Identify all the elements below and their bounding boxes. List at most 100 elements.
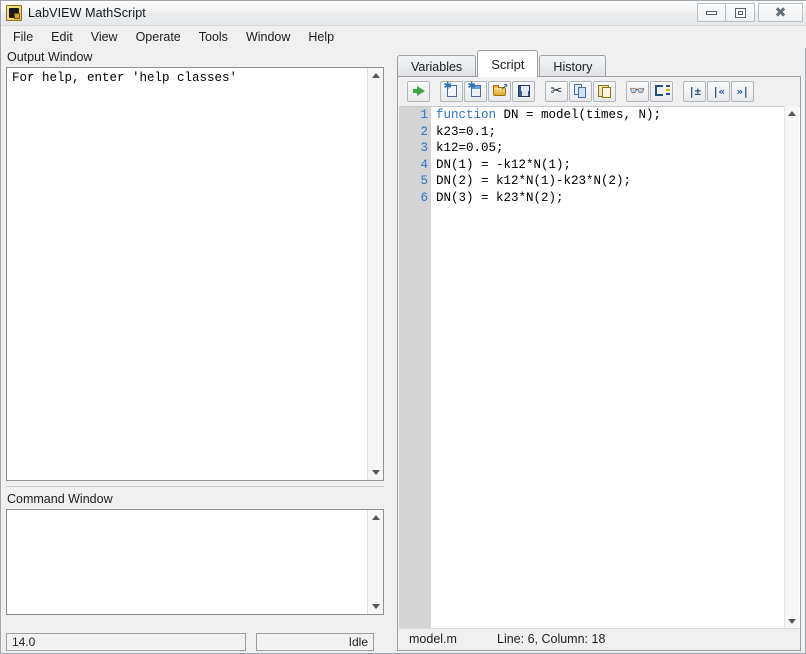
cursor-position: Line: 6, Column: 18: [497, 632, 606, 646]
code-text: k12=0.05;: [436, 141, 504, 155]
indent-plusminus-icon: |±: [688, 84, 701, 98]
code-area[interactable]: function DN = model(times, N); k23=0.1; …: [431, 107, 800, 628]
scroll-down-button[interactable]: [368, 599, 383, 614]
triangle-up-icon: [788, 110, 796, 116]
restore-button[interactable]: [726, 3, 755, 22]
menu-item-view[interactable]: View: [82, 28, 127, 46]
scissors-icon: ✂: [550, 83, 563, 99]
triangle-down-icon: [371, 604, 380, 609]
line-number: 3: [420, 141, 428, 155]
labview-mathscript-window: LabVIEW MathScript ✖ File Edit View Oper…: [0, 0, 806, 654]
scroll-up-button[interactable]: [368, 510, 383, 525]
close-button[interactable]: ✖: [758, 3, 803, 22]
code-line: k12=0.05;: [436, 140, 800, 157]
open-file-button[interactable]: ↗: [488, 80, 511, 102]
line-number: 1: [420, 108, 428, 122]
line-number-gutter: 1 2 3 4 5 6: [399, 107, 431, 628]
window-title: LabVIEW MathScript: [28, 6, 146, 20]
scroll-up-button[interactable]: [368, 68, 383, 83]
script-editor-scrollbar[interactable]: [784, 106, 799, 628]
green-right-arrow-icon: [411, 83, 427, 99]
code-text: k23=0.1;: [436, 124, 497, 139]
menu-bar: File Edit View Operate Tools Window Help: [1, 26, 806, 48]
code-line: function DN = model(times, N);: [436, 107, 800, 124]
script-editor[interactable]: 1 2 3 4 5 6 function DN = model(times, N…: [399, 106, 800, 628]
menu-item-edit[interactable]: Edit: [42, 28, 82, 46]
code-line: k23=0.1;: [436, 124, 800, 141]
close-icon: ✖: [774, 4, 787, 21]
new-window-button[interactable]: ✱: [464, 80, 487, 102]
floppy-disk-icon: [516, 83, 532, 99]
new-window-icon: ✱: [468, 82, 484, 99]
line-number: 6: [420, 190, 428, 205]
indent-right-button[interactable]: »|: [731, 80, 754, 102]
command-window-scrollbar[interactable]: [367, 510, 383, 614]
tab-variables[interactable]: Variables: [397, 55, 477, 77]
script-tab-panel: ✱ ✱ ↗ ✂ 👓 |± |« »| 1 2 3 4 5 6 function …: [397, 76, 801, 651]
menu-item-tools[interactable]: Tools: [190, 28, 237, 46]
code-line: DN(2) = k12*N(1)-k23*N(2);: [436, 173, 800, 190]
pane-splitter[interactable]: [6, 486, 384, 487]
code-keyword: function: [436, 108, 497, 122]
menu-item-window[interactable]: Window: [237, 28, 299, 46]
minimize-button[interactable]: [697, 3, 726, 22]
minimize-icon: [706, 10, 717, 15]
triangle-up-icon: [371, 515, 380, 520]
open-folder-icon: ↗: [492, 83, 509, 99]
left-status-bar: 14.0 Idle: [1, 630, 390, 654]
command-window-text[interactable]: [7, 510, 383, 516]
copy-button[interactable]: [569, 80, 592, 102]
scroll-up-button[interactable]: [785, 106, 799, 120]
outdent-button[interactable]: |«: [707, 80, 730, 102]
version-field: 14.0: [6, 633, 246, 651]
output-window[interactable]: For help, enter 'help classes': [6, 67, 384, 481]
right-pane: Variables Script History ✱ ✱ ↗ ✂ 👓 |± |«…: [393, 48, 805, 654]
new-document-icon: ✱: [444, 82, 460, 99]
scroll-down-button[interactable]: [368, 465, 383, 480]
menu-item-help[interactable]: Help: [299, 28, 343, 46]
clipboard-paste-icon: [597, 83, 613, 99]
line-number: 2: [420, 124, 428, 139]
save-file-button[interactable]: [512, 80, 535, 102]
window-controls: ✖: [697, 3, 803, 22]
code-line: DN(3) = k23*N(2);: [436, 190, 800, 207]
code-text: DN(3) = k23*N(2);: [436, 190, 564, 205]
copy-pages-icon: [573, 83, 589, 99]
labview-app-icon: [6, 5, 22, 21]
new-script-button[interactable]: ✱: [440, 80, 463, 102]
run-script-button[interactable]: [407, 80, 430, 102]
cut-button[interactable]: ✂: [545, 80, 568, 102]
paste-button[interactable]: [593, 80, 616, 102]
triangle-down-icon: [788, 618, 796, 624]
restore-icon: [734, 7, 746, 18]
left-pane: Output Window For help, enter 'help clas…: [1, 48, 390, 630]
code-text: DN(1) = -k12*N(1);: [436, 157, 572, 172]
code-text: DN = model(times, N);: [496, 108, 662, 122]
tab-strip: Variables Script History: [397, 48, 805, 77]
command-window-label: Command Window: [1, 490, 390, 509]
tab-script[interactable]: Script: [477, 50, 539, 77]
outdent-left-icon: |«: [712, 84, 725, 98]
binoculars-icon: 👓: [629, 83, 646, 99]
triangle-down-icon: [371, 470, 380, 475]
tab-history[interactable]: History: [539, 55, 607, 77]
status-badge: Idle: [256, 633, 374, 651]
code-text: DN(2) = k12*N(1)-k23*N(2);: [436, 174, 632, 188]
menu-item-file[interactable]: File: [4, 28, 42, 46]
output-window-scrollbar[interactable]: [367, 68, 383, 480]
script-status-bar: model.m Line: 6, Column: 18: [399, 628, 800, 649]
code-line: DN(1) = -k12*N(1);: [436, 157, 800, 174]
triangle-up-icon: [371, 73, 380, 78]
toggle-indent-button[interactable]: |±: [683, 80, 706, 102]
scroll-down-button[interactable]: [785, 614, 799, 628]
menu-item-operate[interactable]: Operate: [127, 28, 190, 46]
command-window[interactable]: [6, 509, 384, 615]
goto-line-button[interactable]: [650, 80, 673, 102]
goto-line-icon: [654, 83, 670, 99]
line-number: 4: [420, 157, 428, 172]
indent-right-icon: »|: [736, 84, 749, 98]
script-filename: model.m: [409, 632, 457, 646]
output-window-text: For help, enter 'help classes': [12, 71, 238, 85]
output-window-label: Output Window: [1, 48, 390, 67]
find-button[interactable]: 👓: [626, 80, 649, 102]
